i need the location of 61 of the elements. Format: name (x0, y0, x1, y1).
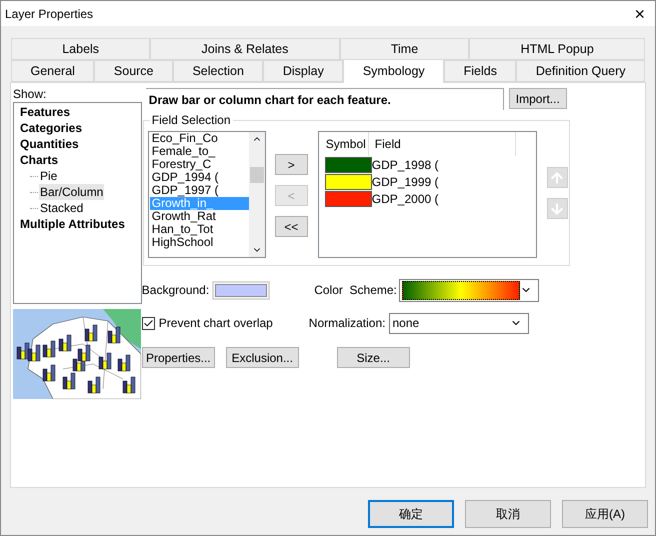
tab[interactable]: General (11, 60, 94, 82)
tab[interactable]: Symbology (343, 59, 444, 83)
tab[interactable]: Definition Query (516, 60, 646, 82)
tab[interactable]: Fields (444, 60, 516, 82)
field-list-item[interactable]: GDP_1994 ( (150, 171, 249, 184)
field-list-item[interactable]: Female_to_ (150, 145, 249, 158)
description-text: Draw bar or column chart for each feature. (146, 88, 504, 110)
tree-item[interactable]: Categories (20, 120, 82, 136)
tab[interactable]: Labels (11, 38, 150, 60)
show-label: Show: (13, 87, 48, 102)
checkbox-label: Prevent chart overlap (158, 315, 273, 332)
tab[interactable]: Source (94, 60, 173, 82)
checkbox[interactable] (142, 316, 155, 330)
color-scheme-label: Color Scheme: (314, 282, 397, 299)
tab[interactable]: HTML Popup (469, 38, 646, 60)
field-list-item[interactable]: Growth_Rat (150, 210, 249, 223)
dialog-button[interactable]: 确定 (368, 500, 454, 528)
tree-item[interactable]: Multiple Attributes (20, 216, 125, 232)
dialog-button[interactable]: 取消 (465, 500, 551, 528)
symbol-swatch[interactable] (324, 174, 372, 190)
field-list[interactable]: Eco_Fin_Co Female_to_ Forestry_C GDP_1994 ( GDP_1997 ( Growth_in_ Growth_Rat Han_to_Tot HighSchool (148, 131, 266, 258)
field-list-item[interactable]: Forestry_C (150, 158, 249, 171)
background-label: Background: (142, 282, 210, 299)
column-header[interactable]: Field (368, 132, 516, 156)
symbol-swatch[interactable] (324, 190, 372, 206)
tab[interactable]: Time (340, 38, 470, 60)
action-button[interactable]: Exclusion... (226, 347, 299, 368)
check-icon (142, 318, 154, 328)
tree-item[interactable]: Quantities (20, 136, 79, 152)
import-button[interactable]: Import... (508, 88, 567, 109)
normalization-dropdown[interactable]: none (388, 312, 528, 334)
field-name: GDP_2000 ( (372, 190, 438, 206)
tree-item[interactable]: Charts (20, 152, 58, 168)
color-scheme-dropdown[interactable] (398, 278, 539, 302)
scroll-thumb[interactable] (250, 166, 264, 182)
tree-item[interactable]: Bar/Column (39, 184, 104, 200)
window-title: Layer Properties (5, 6, 94, 22)
action-button[interactable]: Size... (336, 347, 410, 368)
tab[interactable]: Display (263, 60, 344, 82)
column-header[interactable]: Symbol (318, 132, 369, 156)
tree-item[interactable]: Pie (39, 168, 58, 184)
dialog-button[interactable]: 应用(A) (562, 500, 648, 528)
tree-item[interactable]: Stacked (39, 200, 84, 216)
field-list-item[interactable]: GDP_1997 ( (150, 184, 249, 197)
tree-item[interactable]: Features (20, 104, 70, 120)
scrollbar[interactable] (248, 132, 265, 257)
move-button[interactable]: > (274, 154, 308, 175)
group-title: Field Selection (150, 113, 233, 127)
field-list-item[interactable]: Eco_Fin_Co (150, 132, 249, 145)
tab[interactable]: Joins & Relates (150, 38, 340, 60)
normalization-label: Normalization: (308, 315, 386, 332)
background-color-button[interactable] (212, 280, 270, 300)
tab[interactable]: Selection (173, 60, 264, 82)
close-button[interactable]: × (634, 4, 645, 22)
field-list-item[interactable]: HighSchool (150, 236, 249, 249)
symbol-swatch[interactable] (324, 156, 372, 172)
field-list-item[interactable]: Han_to_Tot (150, 223, 249, 236)
action-button[interactable]: Properties... (142, 347, 215, 368)
field-name: GDP_1998 ( (372, 156, 438, 172)
move-button[interactable]: << (274, 216, 308, 237)
field-name: GDP_1999 ( (372, 174, 438, 190)
